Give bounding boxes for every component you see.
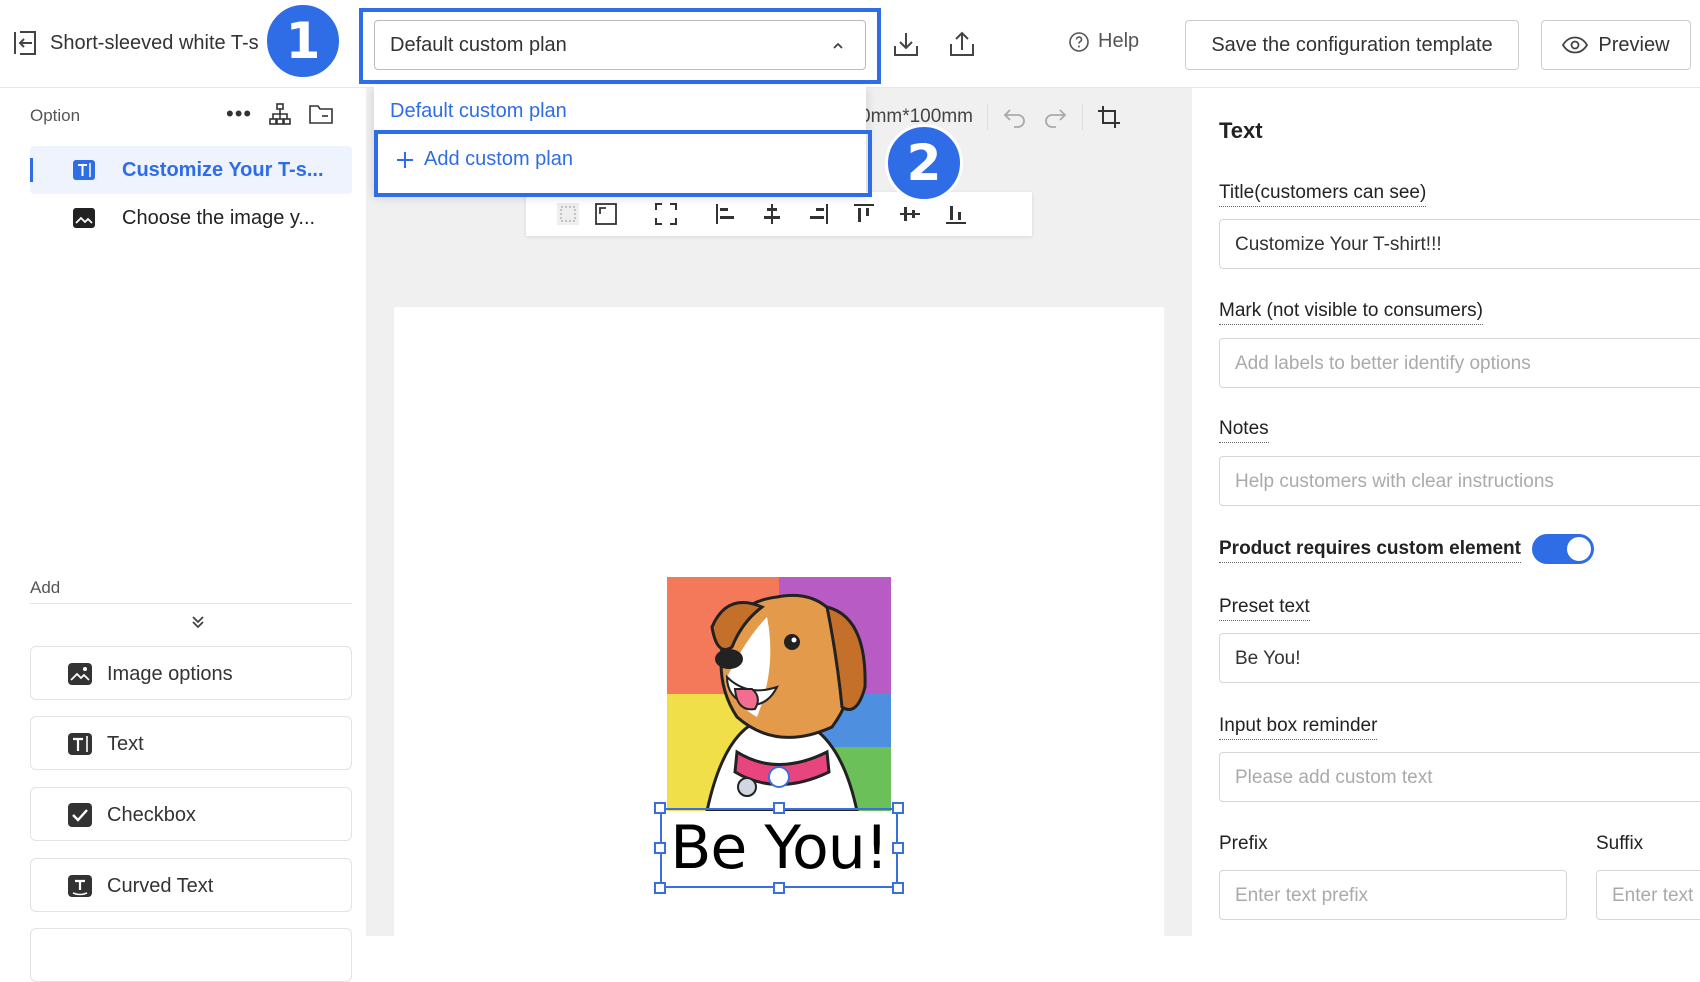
add-divider bbox=[30, 603, 352, 604]
hierarchy-icon[interactable] bbox=[268, 102, 292, 126]
add-section-label: Add bbox=[30, 578, 61, 597]
align-top-icon[interactable] bbox=[852, 202, 876, 226]
align-center-h-icon[interactable] bbox=[760, 202, 784, 226]
prefix-placeholder: Enter text prefix bbox=[1235, 885, 1369, 906]
add-plan-highlight bbox=[374, 130, 872, 197]
product-title: Short-sleeved white T-s bbox=[50, 32, 259, 54]
align-left-icon[interactable] bbox=[714, 202, 738, 226]
selection-box bbox=[660, 808, 898, 888]
requires-custom-toggle[interactable] bbox=[1532, 534, 1594, 564]
help-icon bbox=[1069, 31, 1089, 52]
resize-handle-tm[interactable] bbox=[773, 802, 785, 814]
title-field-value: Customize Your T-shirt!!! bbox=[1235, 234, 1442, 255]
toolbar-divider bbox=[986, 104, 988, 130]
save-template-label: Save the configuration template bbox=[1211, 33, 1493, 56]
align-toolbar bbox=[526, 192, 1032, 236]
help-link[interactable]: Help bbox=[1068, 30, 1139, 53]
resize-handle-mr[interactable] bbox=[892, 842, 904, 854]
help-label: Help bbox=[1098, 30, 1140, 52]
text-icon bbox=[73, 160, 95, 180]
prefix-label: Prefix bbox=[1219, 833, 1268, 854]
download-icon[interactable] bbox=[890, 28, 922, 60]
sidebar-divider bbox=[366, 88, 384, 936]
align-center-v-icon[interactable] bbox=[898, 202, 922, 226]
save-template-button[interactable]: Save the configuration template bbox=[1185, 20, 1519, 70]
text-icon bbox=[68, 733, 92, 755]
eye-icon bbox=[1562, 36, 1589, 54]
redo-icon[interactable] bbox=[1042, 106, 1068, 128]
active-indicator bbox=[30, 158, 33, 182]
resize-handle-bl[interactable] bbox=[654, 882, 666, 894]
option-item-label: Customize Your T-s... bbox=[122, 159, 324, 181]
reminder-field-label: Input box reminder bbox=[1219, 715, 1378, 740]
notes-field-placeholder: Help customers with clear instructions bbox=[1235, 471, 1554, 492]
properties-panel bbox=[1192, 88, 1700, 936]
mark-field[interactable]: Add labels to better identify options bbox=[1219, 338, 1700, 388]
add-item-label: Text bbox=[107, 733, 144, 755]
resize-handle-tl[interactable] bbox=[654, 802, 666, 814]
align-right-icon[interactable] bbox=[806, 202, 830, 226]
step-badge-1: 1 bbox=[264, 2, 342, 80]
notes-field-label: Notes bbox=[1219, 418, 1269, 443]
plan-select-highlight bbox=[359, 8, 881, 84]
toolbar-divider bbox=[1081, 104, 1083, 130]
prefix-field[interactable]: Enter text prefix bbox=[1219, 870, 1567, 920]
reminder-field[interactable]: Please add custom text bbox=[1219, 752, 1700, 802]
option-item-label: Choose the image y... bbox=[122, 207, 316, 229]
panel-title: Text bbox=[1219, 118, 1263, 143]
dropdown-option-default-plan[interactable]: Default custom plan bbox=[390, 100, 567, 123]
upload-icon[interactable] bbox=[946, 28, 978, 60]
image-icon bbox=[68, 663, 92, 685]
fullscreen-icon[interactable] bbox=[654, 202, 678, 226]
suffix-placeholder: Enter text bbox=[1612, 885, 1694, 906]
requires-custom-label: Product requires custom element bbox=[1219, 538, 1521, 563]
resize-handle-ml[interactable] bbox=[654, 842, 666, 854]
title-field-label: Title(customers can see) bbox=[1219, 182, 1427, 207]
canvas-toolbar: 0mm*100mm bbox=[860, 104, 1121, 130]
option-tools: ••• bbox=[226, 102, 334, 126]
preview-button[interactable]: Preview bbox=[1541, 20, 1691, 70]
resize-handle-bm[interactable] bbox=[773, 882, 785, 894]
image-icon bbox=[73, 208, 95, 228]
option-item-choose-image[interactable]: Choose the image y... bbox=[30, 194, 352, 242]
add-item-label: Image options bbox=[107, 663, 233, 685]
title-field[interactable]: Customize Your T-shirt!!! bbox=[1219, 219, 1700, 269]
add-curved-text-button[interactable]: Curved Text bbox=[30, 858, 352, 912]
align-bottom-icon[interactable] bbox=[944, 202, 968, 226]
select-area-icon[interactable] bbox=[556, 202, 580, 226]
preset-text-value: Be You! bbox=[1235, 648, 1301, 669]
back-icon[interactable] bbox=[12, 30, 38, 56]
add-checkbox-button[interactable]: Checkbox bbox=[30, 787, 352, 841]
add-item-label: Curved Text bbox=[107, 875, 214, 897]
add-more-button[interactable] bbox=[30, 928, 352, 982]
add-image-options-button[interactable]: Image options bbox=[30, 646, 352, 700]
toggle-knob bbox=[1567, 537, 1591, 561]
preview-label: Preview bbox=[1598, 33, 1670, 56]
option-section-label: Option bbox=[30, 106, 81, 125]
more-icon[interactable]: ••• bbox=[226, 103, 252, 125]
rotate-handle[interactable] bbox=[768, 766, 790, 788]
reminder-placeholder: Please add custom text bbox=[1235, 767, 1433, 788]
notes-field[interactable]: Help customers with clear instructions bbox=[1219, 456, 1700, 506]
frame-icon[interactable] bbox=[594, 202, 618, 226]
resize-handle-tr[interactable] bbox=[892, 802, 904, 814]
mark-field-placeholder: Add labels to better identify options bbox=[1235, 353, 1531, 374]
add-item-label: Checkbox bbox=[107, 804, 196, 826]
preset-text-field[interactable]: Be You! bbox=[1219, 633, 1700, 683]
crop-icon[interactable] bbox=[1097, 105, 1121, 129]
double-chevron-down-icon[interactable] bbox=[188, 612, 208, 632]
add-text-button[interactable]: Text bbox=[30, 716, 352, 770]
curved-text-icon bbox=[68, 875, 92, 897]
suffix-label: Suffix bbox=[1596, 833, 1644, 854]
suffix-field[interactable]: Enter text bbox=[1596, 870, 1700, 920]
preset-field-label: Preset text bbox=[1219, 596, 1310, 621]
checkbox-icon bbox=[68, 803, 92, 827]
step-badge-2: 2 bbox=[885, 124, 963, 202]
undo-icon[interactable] bbox=[1002, 106, 1028, 128]
option-item-customize-tshirt[interactable]: Customize Your T-s... bbox=[30, 146, 352, 194]
mark-field-label: Mark (not visible to consumers) bbox=[1219, 300, 1483, 325]
resize-handle-br[interactable] bbox=[892, 882, 904, 894]
folder-icon[interactable] bbox=[308, 103, 334, 125]
